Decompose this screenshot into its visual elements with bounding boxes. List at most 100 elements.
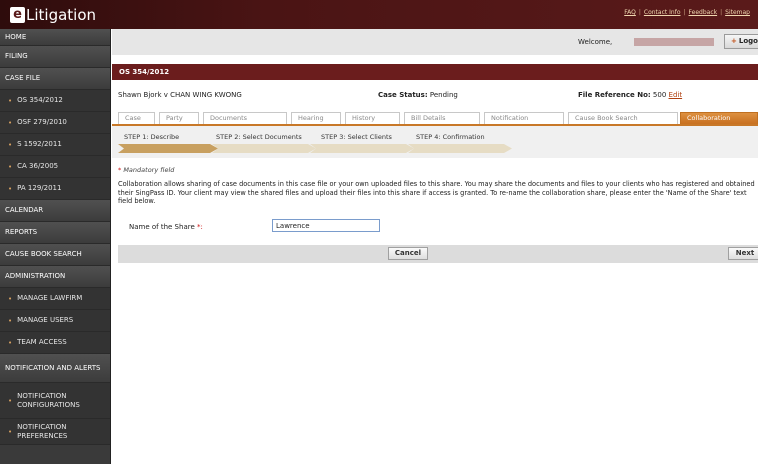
link-separator: |: [720, 9, 723, 16]
link-separator: |: [683, 9, 686, 16]
step-2-label: STEP 2: Select Documents: [216, 133, 302, 141]
sidebar-item-label: REPORTS: [5, 228, 38, 237]
case-parties: Shawn Bjork v CHAN WING KWONG: [118, 91, 242, 99]
bullet-icon: •: [8, 316, 13, 325]
tab-hearing[interactable]: Hearing: [291, 112, 341, 124]
sidebar-item-label: NOTIFICATION AND ALERTS: [5, 363, 101, 372]
sidebar-nav: HOME FILING CASE FILE • OS 354/2012 • OSF 279/…: [0, 29, 111, 464]
contact-info-link[interactable]: Contact Info: [644, 9, 681, 16]
tab-party[interactable]: Party: [159, 112, 199, 124]
step-2-arrow: [212, 144, 316, 153]
sidebar-item-cause-book-search[interactable]: CAUSE BOOK SEARCH: [0, 244, 110, 266]
case-title-bar: OS 354/2012: [112, 64, 758, 80]
sidebar-item-home[interactable]: HOME: [0, 29, 110, 46]
tab-documents[interactable]: Documents: [203, 112, 287, 124]
step-3-arrow: [310, 144, 414, 153]
sidebar-item-s-1592-2011[interactable]: • S 1592/2011: [0, 134, 110, 156]
sidebar-item-label: PA 129/2011: [17, 184, 62, 193]
tab-bill-details[interactable]: Bill Details: [404, 112, 480, 124]
logo-mark: e: [10, 7, 25, 23]
sidebar-item-pa-129-2011[interactable]: • PA 129/2011: [0, 178, 110, 200]
sidebar-item-label: HOME: [5, 32, 27, 41]
sidebar-item-label: FILING: [5, 52, 28, 61]
case-tabs: Case Party Documents Hearing History Bil…: [112, 112, 758, 126]
sidebar-item-label: NOTIFICATION CONFIGURATIONS: [17, 392, 80, 409]
case-title: OS 354/2012: [119, 68, 170, 76]
sidebar-item-notification-and-alerts[interactable]: NOTIFICATION AND ALERTS: [0, 354, 110, 383]
link-separator: |: [638, 9, 641, 16]
feedback-link[interactable]: Feedback: [689, 9, 718, 16]
sidebar-item-label: ADMINISTRATION: [5, 272, 66, 281]
share-name-input[interactable]: [272, 219, 380, 232]
sidebar-item-label: MANAGE USERS: [17, 316, 74, 325]
faq-link[interactable]: FAQ: [624, 9, 636, 16]
bullet-icon: •: [8, 162, 13, 171]
collaboration-description: Collaboration allows sharing of case doc…: [118, 180, 755, 206]
top-banner: e Litigation FAQ | Contact Info | Feedba…: [0, 0, 758, 29]
sidebar-item-calendar[interactable]: CALENDAR: [0, 200, 110, 222]
file-reference: File Reference No: 500 Edit: [578, 91, 682, 99]
bullet-icon: •: [8, 118, 13, 127]
logo-text: Litigation: [26, 6, 97, 24]
step-4-label: STEP 4: Confirmation: [416, 133, 485, 141]
sidebar-item-label: TEAM ACCESS: [17, 338, 67, 347]
sidebar-item-ca-36-2005[interactable]: • CA 36/2005: [0, 156, 110, 178]
sidebar-item-notification-preferences[interactable]: • NOTIFICATION PREFERENCES: [0, 419, 110, 445]
bullet-icon: •: [8, 396, 13, 405]
sidebar-item-label: OS 354/2012: [17, 96, 63, 105]
sidebar-item-label: CAUSE BOOK SEARCH: [5, 250, 82, 259]
bullet-icon: •: [8, 294, 13, 303]
file-ref-value: 500: [652, 91, 667, 99]
bullet-icon: •: [8, 96, 13, 105]
step-3-label: STEP 3: Select Clients: [321, 133, 392, 141]
sidebar-item-label: OSF 279/2010: [17, 118, 67, 127]
sidebar-item-label: S 1592/2011: [17, 140, 62, 149]
sitemap-link[interactable]: Sitemap: [725, 9, 750, 16]
step-4-arrow: [408, 144, 512, 153]
app-logo[interactable]: e Litigation: [10, 6, 96, 24]
next-button[interactable]: Next: [728, 247, 758, 260]
mandatory-note: * Mandatory field: [118, 166, 174, 174]
case-status-value: Pending: [429, 91, 458, 99]
form-action-bar: Cancel Next: [118, 245, 758, 263]
tab-collaboration[interactable]: Collaboration: [680, 112, 758, 124]
tab-case[interactable]: Case: [118, 112, 155, 124]
welcome-text: Welcome,: [578, 38, 613, 46]
sidebar-item-osf-279-2010[interactable]: • OSF 279/2010: [0, 112, 110, 134]
sidebar-item-os-354-2012[interactable]: • OS 354/2012: [0, 90, 110, 112]
file-ref-label: File Reference No:: [578, 91, 651, 99]
sidebar-item-label: CASE FILE: [5, 74, 41, 83]
plus-icon: +: [731, 37, 737, 45]
sidebar-item-case-file[interactable]: CASE FILE: [0, 68, 110, 90]
share-name-label: Name of the Share *:: [129, 223, 203, 231]
mandatory-text: Mandatory field: [123, 166, 175, 174]
sidebar-item-label: MANAGE LAWFIRM: [17, 294, 83, 303]
edit-file-ref-link[interactable]: Edit: [669, 91, 683, 99]
bullet-icon: •: [8, 140, 13, 149]
share-name-label-text: Name of the Share: [129, 223, 195, 231]
logout-button[interactable]: + Logo: [724, 34, 758, 49]
tab-cause-book-search[interactable]: Cause Book Search: [568, 112, 678, 124]
bullet-icon: •: [8, 427, 13, 436]
cancel-button[interactable]: Cancel: [388, 247, 428, 260]
bullet-icon: •: [8, 184, 13, 193]
step-1-arrow: [118, 144, 218, 153]
sidebar-item-reports[interactable]: REPORTS: [0, 222, 110, 244]
tab-history[interactable]: History: [345, 112, 400, 124]
main-content: Welcome, + Logo OS 354/2012 Shawn Bjork v…: [112, 29, 758, 464]
sidebar-item-team-access[interactable]: • TEAM ACCESS: [0, 332, 110, 354]
required-star: *:: [197, 223, 203, 231]
case-status-label: Case Status:: [378, 91, 428, 99]
sidebar-item-administration[interactable]: ADMINISTRATION: [0, 266, 110, 288]
sidebar-item-manage-lawfirm[interactable]: • MANAGE LAWFIRM: [0, 288, 110, 310]
redacted-username: [634, 38, 714, 46]
sidebar-item-label: CALENDAR: [5, 206, 44, 215]
sidebar-item-label: CA 36/2005: [17, 162, 59, 171]
sidebar-item-notification-configurations[interactable]: • NOTIFICATION CONFIGURATIONS: [0, 383, 110, 419]
bullet-icon: •: [8, 338, 13, 347]
step-1-label: STEP 1: Describe: [124, 133, 180, 141]
mandatory-star: *: [118, 166, 122, 174]
tab-notification[interactable]: Notification: [484, 112, 564, 124]
sidebar-item-manage-users[interactable]: • MANAGE USERS: [0, 310, 110, 332]
sidebar-item-filing[interactable]: FILING: [0, 46, 110, 68]
